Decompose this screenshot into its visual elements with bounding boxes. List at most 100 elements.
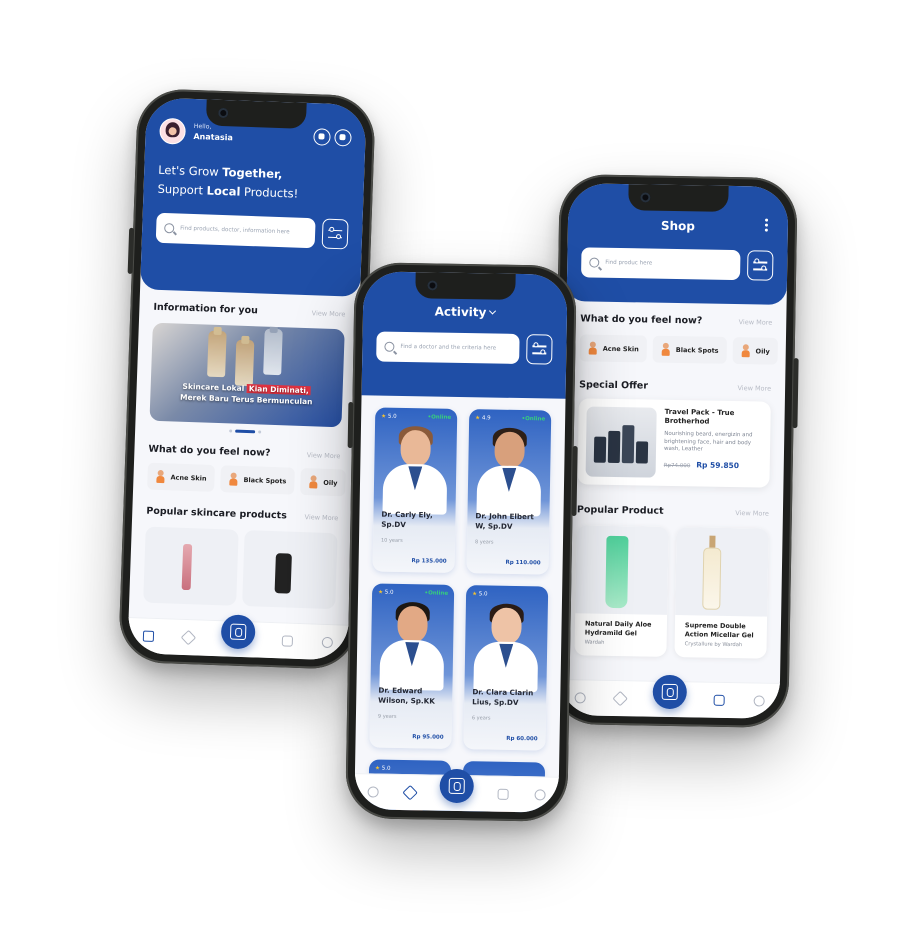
star-icon: ★ (472, 591, 478, 598)
doctor-face (400, 429, 431, 467)
view-more-link[interactable]: View More (737, 384, 771, 393)
doctor-card[interactable]: ★ 5.0 •Online Dr. Edward Wilson, Sp.KK 9 ye… (369, 583, 455, 749)
filter-button[interactable] (526, 334, 553, 365)
search-input[interactable]: Find a doctor and the criteria here (376, 331, 520, 364)
tagline-text: Let's Grow (158, 162, 223, 180)
bottle-image (263, 324, 283, 376)
rating-value: 5.0 (387, 413, 397, 420)
phone-notch (628, 184, 729, 212)
search-placeholder: Find a doctor and the criteria here (400, 343, 497, 352)
chip-label: Acne Skin (170, 472, 207, 483)
person-icon (740, 344, 750, 357)
home-icon[interactable] (142, 630, 154, 642)
chip-oily[interactable]: Oily (299, 467, 346, 497)
scan-icon (229, 623, 247, 641)
chip-label: Black Spots (675, 345, 719, 355)
online-status: •Online (428, 414, 452, 420)
rating-badge: ★ 5.0 (378, 590, 394, 596)
doctor-experience: 9 years (377, 713, 397, 720)
doctor-card[interactable]: ★ 4.9 •Online Dr. John Elbert W, Sp.DV 8 ye… (466, 409, 552, 575)
view-more-link[interactable]: View More (307, 451, 341, 460)
scan-icon (448, 777, 465, 795)
product-card[interactable]: Natural Daily Aloe Hydramild Gel Wardah (574, 525, 669, 657)
doctor-card[interactable]: ★ 5.0 •Online Dr. Carly Ely, Sp.DV 10 years… (372, 407, 458, 573)
product-card[interactable] (242, 530, 338, 610)
home-icon[interactable] (367, 786, 379, 798)
chip-acne-skin[interactable]: Acne Skin (147, 462, 216, 492)
phone-shop: Shop Find produc here What do you feel n… (550, 173, 798, 729)
view-more-link[interactable]: View More (735, 509, 769, 518)
star-icon: ★ (378, 589, 384, 596)
shop-icon[interactable] (497, 788, 509, 800)
home-icon[interactable] (574, 692, 586, 704)
shop-icon[interactable] (281, 635, 294, 647)
doctor-price: Rp 110.000 (505, 559, 541, 567)
activity-icon[interactable] (402, 784, 418, 801)
doctor-card[interactable]: ★ 5.0•Dr. Clara Clarin Lius, Sp.DV6 year… (463, 585, 549, 751)
doctor-face (491, 607, 522, 645)
online-label: Online (428, 590, 449, 597)
phone-activity: Activity Find a doctor and the criteria … (345, 262, 577, 822)
special-offer-card[interactable]: Travel Pack - True Brotherhod Nourishing… (577, 398, 771, 488)
chip-label: Acne Skin (602, 344, 639, 353)
banner-headline: Skincare Lokal Kian Diminati, Merek Baru… (150, 381, 343, 409)
view-more-link[interactable]: View More (304, 513, 338, 522)
activity-title-dropdown[interactable]: Activity (377, 304, 553, 321)
person-icon (155, 470, 165, 483)
bottle-image (207, 326, 227, 378)
camera-icon (218, 107, 229, 119)
serum-bottle-image (274, 553, 292, 594)
profile-icon[interactable] (534, 789, 546, 801)
online-status: •Online (425, 590, 449, 596)
doctor-price: Rp 135.000 (411, 558, 447, 565)
offer-description: Nourishing beard, energizin and brighten… (663, 430, 753, 453)
person-icon (308, 475, 318, 488)
camera-icon (640, 192, 651, 203)
view-more-link[interactable]: View More (739, 318, 773, 327)
activity-icon[interactable] (180, 629, 196, 646)
profile-icon[interactable] (753, 695, 766, 707)
banner-text: Skincare Lokal (182, 381, 248, 393)
micellar-gel-image (675, 527, 769, 617)
chip-label: Oily (323, 478, 338, 487)
profile-icon[interactable] (322, 636, 334, 649)
search-input[interactable]: Find produc here (581, 247, 741, 281)
popular-section-title: Popular Product (576, 504, 664, 517)
view-more-link[interactable]: View More (312, 309, 346, 318)
scan-icon (661, 683, 678, 701)
home-screen: Hello, Anatasia Let's Grow Together, Sup… (127, 97, 367, 661)
camera-icon (427, 280, 438, 291)
shop-screen: Shop Find produc here What do you feel n… (559, 183, 789, 719)
product-card[interactable]: Supreme Double Action Micellar Gel Cryst… (674, 527, 769, 659)
search-icon (589, 257, 600, 268)
search-placeholder: Find products, doctor, information here (180, 225, 290, 236)
more-menu-icon[interactable] (764, 218, 769, 234)
banner-highlight: Kian Diminati, (246, 384, 311, 396)
filter-button[interactable] (321, 218, 349, 250)
chip-oily[interactable]: Oily (732, 337, 779, 365)
product-name: Supreme Double Action Micellar Gel (684, 621, 754, 640)
cart-icon[interactable] (334, 128, 352, 146)
rating-badge: ★ 5.0 (375, 766, 391, 772)
shop-icon[interactable] (713, 694, 725, 706)
info-section-title: Information for you (153, 301, 259, 317)
star-icon: ★ (475, 415, 481, 422)
search-input[interactable]: Find products, doctor, information here (155, 212, 316, 249)
news-banner[interactable]: Skincare Lokal Kian Diminati, Merek Baru… (149, 322, 345, 428)
chip-black-spots[interactable]: Black Spots (652, 335, 727, 364)
online-label: Online (525, 416, 546, 423)
person-icon (228, 472, 238, 485)
offer-section-title: Special Offer (579, 379, 649, 392)
filter-button[interactable] (746, 250, 774, 281)
notification-icon[interactable] (313, 127, 331, 146)
rating-badge: ★ 5.0 (381, 414, 397, 420)
chip-acne-skin[interactable]: Acne Skin (579, 334, 648, 363)
avatar[interactable] (159, 117, 187, 145)
rating-value: 4.9 (481, 415, 491, 422)
rating-value: 5.0 (478, 591, 488, 598)
page-title: Shop (660, 218, 696, 234)
feel-section-title: What do you feel now? (580, 313, 703, 327)
chip-black-spots[interactable]: Black Spots (220, 465, 295, 495)
activity-icon[interactable] (612, 690, 628, 707)
product-card[interactable] (143, 526, 239, 606)
